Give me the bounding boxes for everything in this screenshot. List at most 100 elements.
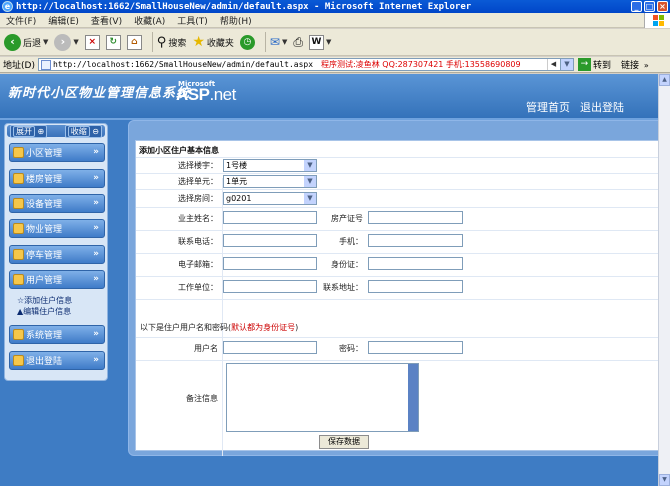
forward-arrow-icon: › xyxy=(54,33,72,51)
menu-tools[interactable]: 工具(T) xyxy=(171,14,214,27)
resident-form-panel: 添加小区住户基本信息 选择楼宇： 1号楼 ▼ 选择单元： 1单元 ▼ 选择房间：… xyxy=(135,140,660,456)
address-input[interactable]: http://localhost:1662/SmallHouseNew/admi… xyxy=(37,58,574,71)
sidebar-item-logout[interactable]: 退出登陆 » xyxy=(9,351,105,370)
room-label: 选择房间： xyxy=(178,194,218,203)
sidebar-item-property[interactable]: 物业管理 » xyxy=(9,219,105,238)
password-input[interactable] xyxy=(368,341,463,354)
property-icon xyxy=(13,223,24,234)
collapse-button[interactable]: 收缩 ⊖ xyxy=(64,124,102,138)
close-button[interactable]: × xyxy=(657,1,668,12)
cert-label: 房产证号 xyxy=(331,214,363,223)
chevron-down-icon[interactable]: ▼ xyxy=(282,38,287,46)
page-icon xyxy=(40,59,51,70)
address-label: 地址(D) xyxy=(3,61,35,71)
stop-button[interactable]: × xyxy=(84,34,100,50)
owner-name-input[interactable] xyxy=(223,211,317,224)
menu-file[interactable]: 文件(F) xyxy=(0,14,42,27)
scroll-up-icon[interactable]: ▲ xyxy=(659,74,670,86)
community-icon xyxy=(13,147,24,158)
id-card-input[interactable] xyxy=(368,257,463,270)
sidebar-item-parking[interactable]: 停车管理 » xyxy=(9,245,105,264)
phone-input[interactable] xyxy=(223,234,317,247)
property-cert-input[interactable] xyxy=(368,211,463,224)
search-button[interactable]: ⚲ 搜索 xyxy=(157,35,187,50)
sidebar-item-users[interactable]: 用户管理 » xyxy=(9,270,105,289)
logout-icon xyxy=(13,355,24,366)
sidebar-header: 展开 ⊕ 收缩 ⊖ xyxy=(7,124,105,138)
sidebar-item-system[interactable]: 系统管理 » xyxy=(9,325,105,344)
maximize-button[interactable]: □ xyxy=(644,1,655,12)
form-row-owner: 业主姓名： 房产证号 xyxy=(136,207,660,229)
unit-select[interactable]: 1单元 ▼ xyxy=(223,175,317,188)
expand-button[interactable]: 展开 ⊕ xyxy=(10,124,48,138)
window-title: http://localhost:1662/SmallHouseNew/admi… xyxy=(16,1,472,12)
double-chevron-icon: » xyxy=(93,355,99,365)
building-value: 1号楼 xyxy=(226,161,248,170)
sidebar-item-label: 楼房管理 xyxy=(26,175,63,185)
printer-icon: ⎙ xyxy=(293,34,303,49)
stop-icon: × xyxy=(84,34,100,50)
sidebar-item-label: 退出登陆 xyxy=(26,357,63,367)
mail-button[interactable]: ✉ ▼ xyxy=(270,35,287,49)
chevron-down-icon[interactable]: ▼ xyxy=(73,38,78,46)
users-icon xyxy=(13,274,24,285)
double-chevron-icon: » xyxy=(93,147,99,157)
site-banner: 新时代小区物业管理信息系统 Microsoft ASP.net 管理首页 退出登… xyxy=(0,74,670,118)
remark-textarea[interactable] xyxy=(226,363,419,432)
username-label: 用户名 xyxy=(194,344,218,353)
menu-help[interactable]: 帮助(H) xyxy=(214,14,258,27)
textarea-scrollbar[interactable] xyxy=(408,364,418,431)
forward-button[interactable]: › ▼ xyxy=(54,33,79,51)
address-extra-text: 程序测试:凌鱼林 QQ:287307421 手机:13558690809 xyxy=(321,60,521,69)
back-button[interactable]: ‹ 后退 ▼ xyxy=(4,33,48,51)
address-label: 联系地址： xyxy=(323,283,363,292)
address-url: http://localhost:1662/SmallHouseNew/admi… xyxy=(52,60,314,69)
favorites-button[interactable]: ★ 收藏夹 xyxy=(192,34,234,50)
menu-view[interactable]: 查看(V) xyxy=(85,14,128,27)
toolbar-separator xyxy=(264,32,266,52)
scroll-down-icon[interactable]: ▼ xyxy=(659,474,670,486)
submenu-edit-resident[interactable]: ▲编辑住户信息 xyxy=(17,306,72,317)
edit-button[interactable]: W ▼ xyxy=(308,34,331,50)
windows-logo-icon xyxy=(644,13,670,28)
chevron-down-icon[interactable]: ▼ xyxy=(326,38,331,46)
username-input[interactable] xyxy=(223,341,317,354)
print-button[interactable]: ⎙ xyxy=(293,35,303,50)
address-dropdown-icon[interactable]: ▼ xyxy=(559,59,573,70)
refresh-button[interactable]: ↻ xyxy=(105,34,121,50)
sidebar-item-building[interactable]: 楼房管理 » xyxy=(9,169,105,188)
history-button[interactable]: ◷ xyxy=(239,34,255,50)
sidebar-item-community[interactable]: 小区管理 » xyxy=(9,143,105,162)
expand-label: 展开 xyxy=(13,125,35,137)
unit-label: 选择单元： xyxy=(178,177,218,186)
email-input[interactable] xyxy=(223,257,317,270)
sidebar-item-equipment[interactable]: 设备管理 » xyxy=(9,194,105,213)
menu-favorites[interactable]: 收藏(A) xyxy=(128,14,171,27)
double-chevron-icon: » xyxy=(93,198,99,208)
form-row-room: 选择房间： g0201 ▼ xyxy=(136,189,660,206)
mobile-input[interactable] xyxy=(368,234,463,247)
system-icon xyxy=(13,329,24,340)
room-select[interactable]: g0201 ▼ xyxy=(223,192,317,205)
workplace-input[interactable] xyxy=(223,280,317,293)
chevron-down-icon[interactable]: ▼ xyxy=(43,38,48,46)
building-label: 选择楼宇： xyxy=(178,161,218,170)
minimize-button[interactable]: _ xyxy=(631,1,642,12)
menu-edit[interactable]: 编辑(E) xyxy=(42,14,85,27)
submenu-add-resident[interactable]: ☆添加住户信息 xyxy=(17,295,72,306)
security-icon[interactable]: ◀ xyxy=(546,59,559,70)
star-icon: ★ xyxy=(192,34,205,50)
links-button[interactable]: 链接 » xyxy=(621,58,649,71)
nav-home-link[interactable]: 管理首页 xyxy=(526,99,570,115)
owner-label: 业主姓名： xyxy=(178,214,218,223)
form-row-phone: 联系电话： 手机： xyxy=(136,230,660,252)
building-select[interactable]: 1号楼 ▼ xyxy=(223,159,317,172)
go-button[interactable]: → 转到 xyxy=(577,58,611,71)
page-scrollbar[interactable]: ▲ ▼ xyxy=(658,74,670,486)
contact-address-input[interactable] xyxy=(368,280,463,293)
home-button[interactable]: ⌂ xyxy=(126,34,142,50)
toolbar: ‹ 后退 ▼ › ▼ × ↻ ⌂ ⚲ 搜索 ★ 收藏夹 ◷ ✉ ▼ ⎙ W ▼ xyxy=(0,29,670,56)
save-button[interactable]: 保存数据 xyxy=(319,435,369,449)
nav-logout-link[interactable]: 退出登陆 xyxy=(580,99,624,115)
work-label: 工作单位： xyxy=(178,283,218,292)
